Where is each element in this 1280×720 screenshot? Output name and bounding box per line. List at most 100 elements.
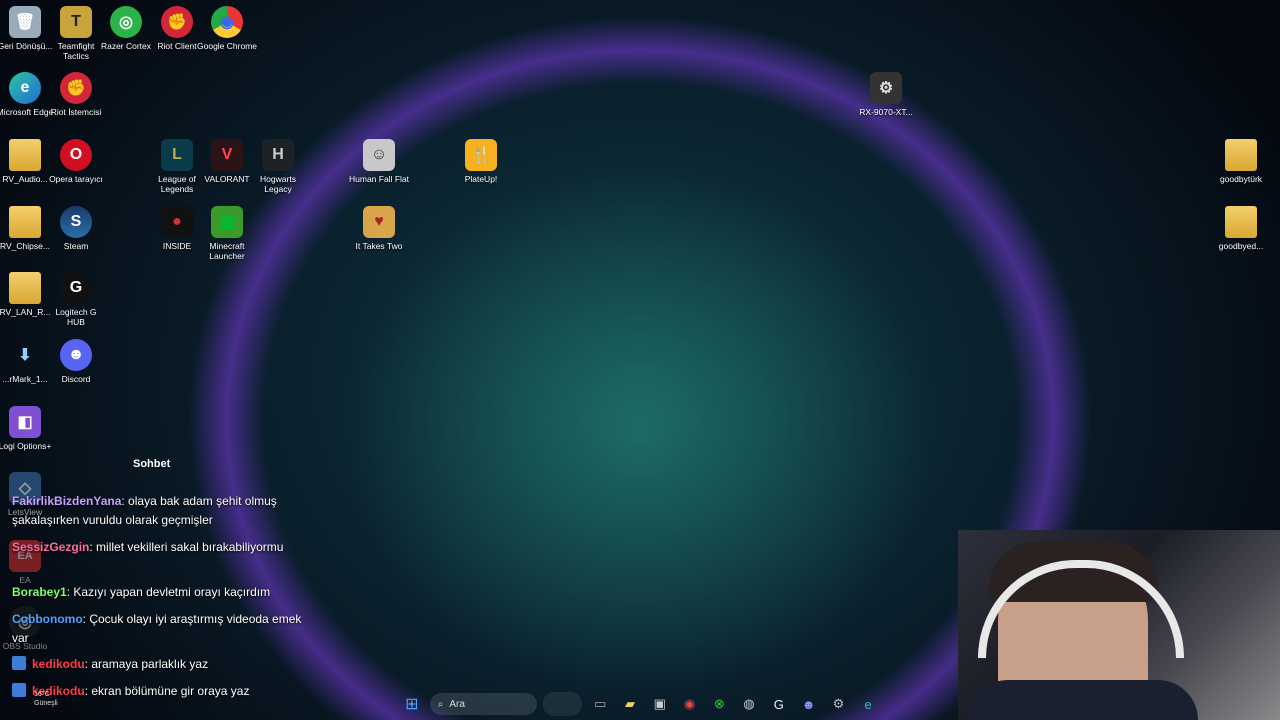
icon-label: PlateUp! [464, 174, 498, 184]
weather-widget[interactable]: 16°C Güneşli [14, 690, 58, 708]
hogwarts-legacy-icon: H [262, 139, 294, 171]
file-explorer-button[interactable]: ▰ [618, 692, 642, 716]
riot-istemcisi-icon: ✊ [60, 72, 92, 104]
logitech-ghub-icon: G [60, 272, 92, 304]
logitech-icon: G [773, 696, 784, 712]
folder-icon [1225, 206, 1257, 238]
task-view-button[interactable]: ▭ [588, 692, 612, 716]
chrome-icon: ◉ [211, 6, 243, 38]
razer-cortex-icon: ◎ [110, 6, 142, 38]
store-button[interactable]: ▣ [648, 692, 672, 716]
chat-message: SessizGezgin: millet vekilleri sakal bır… [12, 538, 302, 557]
icon-label: Riot İstemcisi [50, 107, 102, 117]
hogwarts-legacy-shortcut[interactable]: H Hogwarts Legacy [248, 139, 308, 194]
moderator-badge-icon [12, 656, 26, 670]
xbox-icon: ⊗ [713, 696, 725, 711]
razer-taskbar-button[interactable]: ◍ [737, 692, 761, 716]
riot-istemcisi-shortcut[interactable]: ✊ Riot İstemcisi [46, 72, 106, 117]
chat-message: kedikodu: aramaya parlaklık yaz [12, 655, 302, 674]
weather-temp: 16°C [34, 691, 50, 698]
xbox-taskbar-button[interactable]: ⊗ [707, 692, 731, 716]
icon-label: Opera tarayıcı [49, 174, 103, 184]
logitech-taskbar-button[interactable]: G [767, 692, 791, 716]
teamfight-tactics-icon: T [60, 6, 92, 38]
download-icon: ⬇ [18, 347, 32, 364]
discord-icon: ☻ [60, 339, 92, 371]
chat-username: Borabey1 [12, 585, 67, 599]
icon-label: It Takes Two [355, 241, 403, 251]
icon-label: goodbytürk [1219, 174, 1263, 184]
minecraft-icon: ▦ [211, 206, 243, 238]
folder-icon [1225, 139, 1257, 171]
taskbar-search[interactable]: ⌕ Ara [429, 693, 537, 715]
opera-icon: O [60, 139, 92, 171]
steam-icon: S [60, 206, 92, 238]
icon-label: Human Fall Flat [349, 174, 409, 184]
rx-driver-icon: ⚙ [870, 72, 902, 104]
file-explorer-icon: ▰ [625, 696, 636, 711]
icon-label: Hogwarts Legacy [260, 174, 296, 194]
folder-icon [9, 139, 41, 171]
start-button[interactable]: ⊞ [400, 692, 424, 716]
logi-options-shortcut[interactable]: ◧ Logi Options+ [0, 406, 55, 451]
goodbyturk-folder[interactable]: goodbytürk [1211, 139, 1271, 184]
chat-message: FakirlikBizdenYana: olaya bak adam şehit… [12, 492, 302, 530]
chrome-shortcut[interactable]: ◉ Google Chrome [197, 6, 257, 51]
plateup-shortcut[interactable]: 🍴 PlateUp! [451, 139, 511, 184]
icon-label: Google Chrome [197, 41, 258, 51]
rx-driver-shortcut[interactable]: ⚙ RX-9070-XT... [856, 72, 916, 117]
steam-shortcut[interactable]: S Steam [46, 206, 106, 251]
it-takes-two-shortcut[interactable]: ♥ It Takes Two [349, 206, 409, 251]
icon-label: RX-9070-XT... [859, 107, 913, 117]
start-icon: ⊞ [405, 696, 419, 713]
recycle-bin-icon: 🗑 [9, 6, 41, 38]
opera-shortcut[interactable]: O Opera tarayıcı [46, 139, 106, 184]
settings-icon: ⚙ [832, 696, 845, 711]
widgets-button[interactable] [542, 692, 583, 716]
chat-username: Cobbonomo [12, 612, 83, 626]
search-icon: ⌕ [437, 698, 444, 710]
chat-message: Borabey1: Kazıyı yapan devletmi orayı ka… [12, 583, 302, 602]
icon-label: Logi Options+ [0, 441, 52, 451]
taskbar: ⊞ ⌕ Ara ▭ ▰ ▣ ◉ ⊗ ◍ G ☻ ⚙ e [400, 688, 880, 720]
chat-username: FakirlikBizdenYana [12, 494, 122, 508]
league-of-legends-icon: L [161, 139, 193, 171]
chrome-icon: ◉ [683, 696, 696, 711]
settings-taskbar-button[interactable]: ⚙ [827, 692, 851, 716]
valorant-icon: V [211, 139, 243, 171]
chat-text: : ekran bölümüne gir oraya yaz [84, 684, 250, 698]
plateup-icon: 🍴 [465, 139, 497, 171]
folder-icon [9, 206, 41, 238]
chat-title: Sohbet [133, 458, 171, 470]
it-takes-two-icon: ♥ [363, 206, 395, 238]
goodbyed-folder[interactable]: goodbyed... [1211, 206, 1271, 251]
chat-username: SessizGezgin [12, 540, 90, 554]
chat-text: : Kazıyı yapan devletmi orayı kaçırdım [66, 585, 271, 599]
edge-taskbar-button[interactable]: e [856, 692, 880, 716]
chat-text: : millet vekilleri sakal bırakabiliyormu [89, 540, 284, 554]
human-fall-flat-shortcut[interactable]: ☺ Human Fall Flat [349, 139, 409, 184]
chat-username: kedikodu [32, 657, 85, 671]
logi-options-icon: ◧ [9, 406, 41, 438]
chat-message: Cobbonomo: Çocuk olayı iyi araştırmış vi… [12, 610, 302, 648]
webcam-overlay [958, 530, 1280, 720]
store-icon: ▣ [653, 696, 666, 711]
icon-label: Discord [61, 374, 91, 384]
search-placeholder: Ara [449, 698, 465, 710]
discord-icon: ☻ [801, 696, 816, 712]
logitech-ghub-shortcut[interactable]: G Logitech G HUB [46, 272, 106, 327]
weather-label: Güneşli [34, 700, 58, 707]
minecraft-shortcut[interactable]: ▦ Minecraft Launcher [197, 206, 257, 261]
edge-icon: e [9, 72, 41, 104]
icon-label: Minecraft Launcher [209, 241, 245, 261]
icon-label: goodbyed... [1218, 241, 1264, 251]
riot-client-icon: ✊ [161, 6, 193, 38]
human-fall-flat-icon: ☺ [363, 139, 395, 171]
task-view-icon: ▭ [594, 696, 607, 711]
discord-taskbar-button[interactable]: ☻ [797, 692, 821, 716]
edge-icon: e [864, 696, 872, 712]
icon-label: Steam [63, 241, 89, 251]
razer-icon: ◍ [743, 696, 755, 711]
chrome-taskbar-button[interactable]: ◉ [678, 692, 702, 716]
discord-shortcut[interactable]: ☻ Discord [46, 339, 106, 384]
